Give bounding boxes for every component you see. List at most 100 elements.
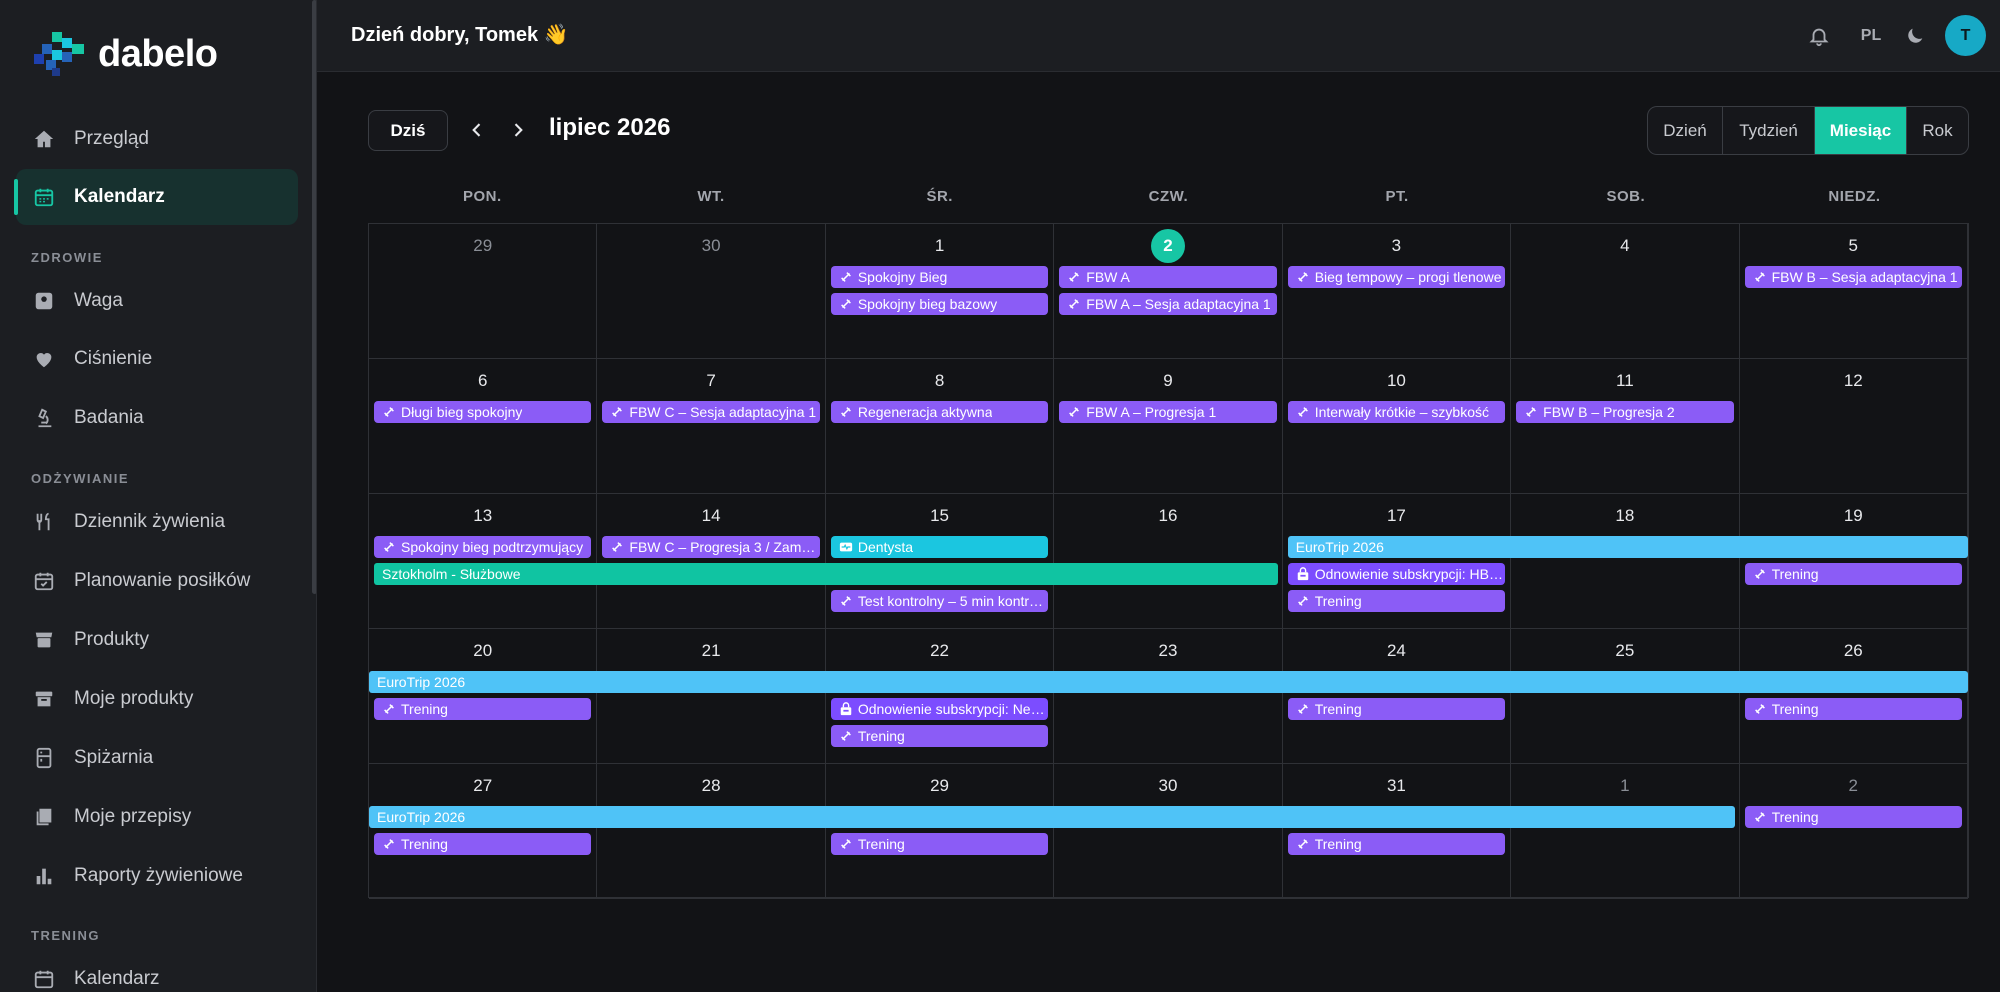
multi-day-event[interactable]: EuroTrip 2026 bbox=[369, 806, 1735, 828]
calendar-event[interactable]: Spokojny Bieg bbox=[830, 266, 1049, 288]
day-cell[interactable]: 1 bbox=[1511, 764, 1740, 899]
multi-day-event[interactable]: EuroTrip 2026 bbox=[369, 671, 1968, 693]
sidebar-item-badania[interactable]: Badania bbox=[16, 390, 298, 446]
day-cell[interactable]: 28 bbox=[597, 764, 826, 899]
sidebar-item-spizarnia[interactable]: Spiżarnia bbox=[16, 730, 298, 786]
sidebar-item-trening-kalendarz[interactable]: Kalendarz bbox=[16, 951, 298, 992]
calendar-event[interactable]: Trening bbox=[830, 833, 1049, 855]
sidebar-scrollbar[interactable] bbox=[312, 0, 316, 594]
day-cell[interactable]: 24 bbox=[1282, 629, 1512, 764]
calendar-event[interactable]: Trening bbox=[1287, 698, 1506, 720]
day-cell[interactable]: 11 bbox=[1511, 359, 1740, 494]
sidebar-item-przeglad[interactable]: Przegląd bbox=[16, 111, 298, 167]
calendar-event[interactable]: Spokojny bieg podtrzymujący bbox=[374, 536, 592, 558]
day-number-text: 30 bbox=[701, 236, 721, 255]
bell-icon[interactable] bbox=[1807, 24, 1831, 48]
calendar-event[interactable]: FBW A – Progresja 1 bbox=[1059, 401, 1277, 423]
day-cell[interactable]: 2 bbox=[1054, 224, 1283, 359]
calendar-event[interactable]: Bieg tempowy – progi tlenowe bbox=[1287, 266, 1506, 288]
next-month-button[interactable] bbox=[504, 116, 532, 144]
prev-month-button[interactable] bbox=[463, 116, 491, 144]
view-year-button[interactable]: Rok bbox=[1907, 107, 1968, 154]
calendar-event[interactable]: Trening bbox=[830, 725, 1049, 747]
day-cell[interactable]: 29 bbox=[369, 224, 598, 359]
day-cell[interactable]: 13 bbox=[369, 494, 598, 629]
today-button[interactable]: Dziś bbox=[368, 110, 448, 151]
view-week-button[interactable]: Tydzień bbox=[1723, 107, 1815, 154]
day-cell[interactable]: 3 bbox=[1282, 224, 1512, 359]
topbar: Dzień dobry, Tomek 👋 PL T bbox=[317, 0, 2000, 72]
language-switch[interactable]: PL bbox=[1853, 24, 1889, 48]
day-number-text: 25 bbox=[1615, 641, 1635, 660]
view-month-button[interactable]: Miesiąc bbox=[1815, 107, 1907, 154]
calendar-event[interactable]: Trening bbox=[1744, 563, 1962, 585]
day-cell[interactable]: 18 bbox=[1511, 494, 1740, 629]
day-cell[interactable]: 8 bbox=[825, 359, 1055, 494]
day-cell[interactable]: 16 bbox=[1054, 494, 1283, 629]
sidebar-item-label: Kalendarz bbox=[74, 186, 165, 207]
event-title: Trening bbox=[1314, 836, 1362, 852]
avatar[interactable]: T bbox=[1945, 15, 1986, 56]
day-cell[interactable]: 5 bbox=[1739, 224, 1968, 359]
sidebar-item-produkty[interactable]: Produkty bbox=[16, 612, 298, 668]
day-cell[interactable]: 2 bbox=[1739, 764, 1968, 899]
day-cell[interactable]: 4 bbox=[1511, 224, 1740, 359]
sidebar-item-waga[interactable]: Waga bbox=[16, 273, 298, 329]
calendar-event[interactable]: FBW A – Sesja adaptacyjna 1 bbox=[1059, 293, 1277, 315]
event-title: FBW C – Sesja adaptacyjna 1 bbox=[629, 404, 817, 420]
day-cell[interactable]: 1 bbox=[825, 224, 1055, 359]
view-day-button[interactable]: Dzień bbox=[1648, 107, 1723, 154]
calendar-event[interactable]: FBW B – Sesja adaptacyjna 1 bbox=[1744, 266, 1962, 288]
calendar-event[interactable]: FBW C – Progresja 3 / Zamknięcie bbox=[602, 536, 820, 558]
calendar-event[interactable]: FBW B – Progresja 2 bbox=[1516, 401, 1734, 423]
calendar-event[interactable]: FBW A bbox=[1059, 266, 1277, 288]
day-cell[interactable]: 30 bbox=[597, 224, 826, 359]
day-cell[interactable]: 29 bbox=[825, 764, 1055, 899]
calendar-event[interactable]: Trening bbox=[1744, 806, 1962, 828]
day-cell[interactable]: 31 bbox=[1282, 764, 1512, 899]
sidebar-item-moje-produkty[interactable]: Moje produkty bbox=[16, 671, 298, 727]
day-cell[interactable]: 26 bbox=[1739, 629, 1968, 764]
day-cell[interactable]: 12 bbox=[1739, 359, 1968, 494]
day-cell[interactable]: 21 bbox=[597, 629, 826, 764]
calendar-event[interactable]: Trening bbox=[1287, 590, 1506, 612]
sidebar-item-raporty-zywieniowe[interactable]: Raporty żywieniowe bbox=[16, 848, 298, 904]
day-cell[interactable]: 7 bbox=[597, 359, 826, 494]
calendar-event[interactable]: Trening bbox=[1287, 833, 1506, 855]
multi-day-event[interactable]: EuroTrip 2026 bbox=[1287, 536, 1968, 558]
calendar-event[interactable]: Trening bbox=[374, 698, 592, 720]
sidebar-item-planowanie-posilkow[interactable]: Planowanie posiłków bbox=[16, 553, 298, 609]
calendar-event[interactable]: FBW C – Sesja adaptacyjna 1 bbox=[602, 401, 820, 423]
calendar-event[interactable]: Odnowienie subskrypcji: Netflix bbox=[830, 698, 1049, 720]
calendar-event[interactable]: Spokojny bieg bazowy bbox=[830, 293, 1049, 315]
calendar-event[interactable]: Trening bbox=[1744, 698, 1962, 720]
calendar-event[interactable]: Test kontrolny – 5 min kontrolne bbox=[830, 590, 1049, 612]
weekday-header: PON. WT. ŚR. CZW. PT. SOB. NIEDZ. bbox=[368, 188, 1969, 205]
day-cell[interactable]: 30 bbox=[1054, 764, 1283, 899]
day-cell[interactable]: 20 bbox=[369, 629, 598, 764]
day-cell[interactable]: 9 bbox=[1054, 359, 1283, 494]
day-cell[interactable]: 27 bbox=[369, 764, 598, 899]
day-cell[interactable]: 6 bbox=[369, 359, 598, 494]
day-cell[interactable]: 14 bbox=[597, 494, 826, 629]
calendar-event[interactable]: Regeneracja aktywna bbox=[830, 401, 1049, 423]
calendar-event[interactable]: Długi bieg spokojny bbox=[374, 401, 592, 423]
utensils-icon bbox=[32, 510, 56, 534]
day-cell[interactable]: 10 bbox=[1282, 359, 1512, 494]
day-number-text: 19 bbox=[1843, 506, 1863, 525]
calendar-event[interactable]: Odnowienie subskrypcji: HBO Max bbox=[1287, 563, 1506, 585]
day-cell[interactable]: 25 bbox=[1511, 629, 1740, 764]
moon-icon[interactable] bbox=[1903, 24, 1927, 48]
day-cell[interactable]: 19 bbox=[1739, 494, 1968, 629]
multi-day-event[interactable]: Sztokholm - Służbowe bbox=[374, 563, 1278, 585]
sidebar-item-dziennik-zywienia[interactable]: Dziennik żywienia bbox=[16, 494, 298, 550]
app-logo[interactable]: dabelo bbox=[32, 30, 218, 78]
day-cell[interactable]: 23 bbox=[1054, 629, 1283, 764]
dumbbell-icon bbox=[1753, 810, 1772, 824]
sidebar-item-kalendarz[interactable]: Kalendarz bbox=[14, 169, 298, 225]
calendar-event[interactable]: Trening bbox=[374, 833, 592, 855]
sidebar-item-moje-przepisy[interactable]: Moje przepisy bbox=[16, 789, 298, 845]
calendar-event[interactable]: Interwały krótkie – szybkość bbox=[1287, 401, 1506, 423]
calendar-event[interactable]: Dentysta bbox=[830, 536, 1049, 558]
sidebar-item-cisnienie[interactable]: Ciśnienie bbox=[16, 331, 298, 387]
